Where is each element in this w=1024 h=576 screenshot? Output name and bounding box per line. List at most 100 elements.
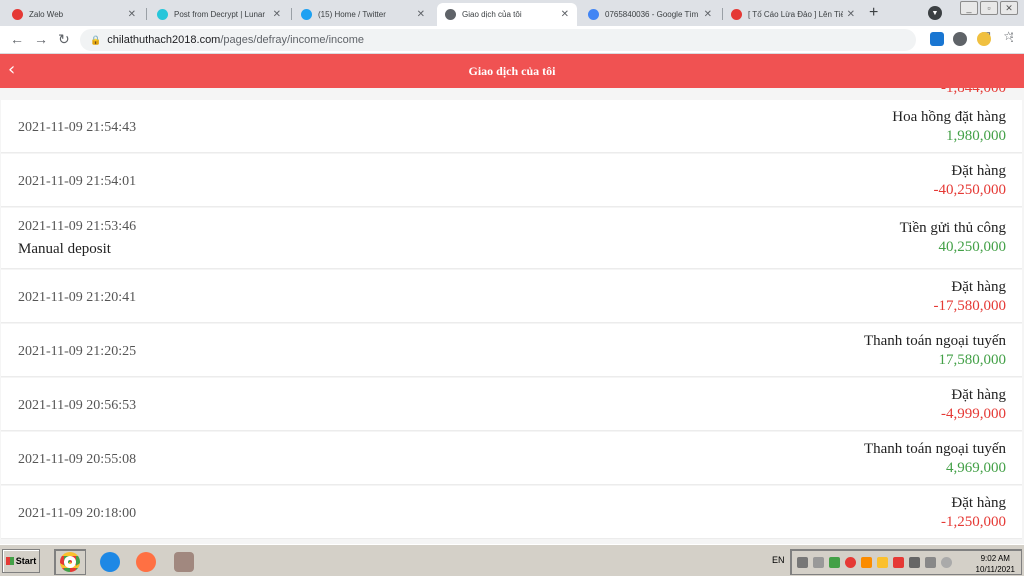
transaction-type: Đặt hàng <box>951 387 1006 403</box>
transaction-type: Hoa hồng đặt hàng <box>892 109 1006 125</box>
tray-icon-6[interactable] <box>877 557 888 568</box>
maximize-button[interactable]: ▫ <box>980 1 998 15</box>
tray-icon-1[interactable] <box>797 557 808 568</box>
transaction-amount: 4,969,000 <box>946 460 1006 476</box>
reload-icon[interactable]: ↻ <box>58 31 70 48</box>
app-header: ‹ Giao dịch của tôi <box>0 54 1024 88</box>
tab-label: Post from Decrypt | Lunar <box>174 10 265 19</box>
transaction-type: Tiền gửi thủ công <box>899 220 1006 236</box>
google-icon <box>588 9 599 20</box>
paint-icon[interactable] <box>168 549 200 575</box>
tab-label: Zalo Web <box>29 10 64 19</box>
network-icon[interactable] <box>925 557 936 568</box>
windows-logo-icon <box>5 557 14 565</box>
tab-search-icon[interactable]: ▼ <box>928 6 942 20</box>
secure-lock-icon: 🔒 <box>90 34 102 45</box>
clock[interactable]: 9:02 AM 10/11/2021 <box>976 553 1015 575</box>
taskbar: Start EN 9:02 AM 10/11/2021 <box>0 544 1024 576</box>
tab-separator <box>146 8 147 20</box>
transaction-amount: -40,250,000 <box>933 182 1007 198</box>
transaction-row[interactable]: 2021-11-09 20:56:53 Đặt hàng -4,999,000 <box>1 378 1022 431</box>
tray-icon-4[interactable] <box>845 557 856 568</box>
zalo-icon <box>12 9 23 20</box>
transaction-row[interactable]: 2021-11-09 21:20:25 Thanh toán ngoại tuyế… <box>1 324 1022 377</box>
start-button[interactable]: Start <box>2 549 40 573</box>
transaction-date: 2021-11-09 21:20:25 <box>18 344 137 359</box>
back-chevron-icon[interactable]: ‹ <box>8 59 15 80</box>
system-tray: 9:02 AM 10/11/2021 <box>790 549 1022 575</box>
tab-close-icon[interactable]: ✕ <box>273 9 281 20</box>
transaction-row[interactable]: 2021-11-09 20:55:08 Thanh toán ngoại tuyế… <box>1 432 1022 485</box>
language-indicator[interactable]: EN <box>772 555 785 565</box>
tab-label: (15) Home / Twitter <box>318 10 386 19</box>
extensions-puzzle-icon[interactable] <box>953 32 967 46</box>
tab-close-icon[interactable]: ✕ <box>128 9 136 20</box>
transaction-amount: -4,999,000 <box>941 406 1006 422</box>
browser-toolbar: ← → ↻ 🔒 chilathuthach2018.com/pages/defr… <box>0 26 1024 54</box>
clock-time: 9:02 AM <box>980 554 1010 563</box>
transaction-row[interactable]: 2021-11-09 21:53:46 Manual deposit Tiền gử… <box>1 208 1022 269</box>
url-host: chilathuthach2018.com <box>107 34 221 46</box>
browser-tab[interactable]: 0765840036 - Google Tìm ✕ <box>580 3 720 26</box>
url-path: /pages/defray/income/income <box>220 34 365 46</box>
browser-tab[interactable]: [ Tố Cáo Lừa Đảo ] Lên Tiế ✕ <box>723 3 863 26</box>
transaction-date: 2021-11-09 20:18:00 <box>18 506 137 521</box>
browser-tab[interactable]: Post from Decrypt | Lunar ✕ <box>149 3 289 26</box>
page-title: Giao dịch của tôi <box>468 63 556 78</box>
browser-menu-icon[interactable]: ⋮ <box>1006 30 1018 44</box>
tab-label: Giao dịch của tôi <box>462 10 522 19</box>
transaction-amount: 17,580,000 <box>938 352 1007 368</box>
transaction-row[interactable]: 2021-11-09 21:54:01 Đặt hàng -40,250,000 <box>1 154 1022 207</box>
transaction-date: 2021-11-09 21:54:43 <box>18 120 137 135</box>
new-tab-button[interactable]: + <box>869 4 878 22</box>
browser-tab-strip: Zalo Web ✕ Post from Decrypt | Lunar ✕ (15) … <box>0 0 1024 26</box>
partial-amount: -1,844,000 <box>941 88 1006 96</box>
tab-label: [ Tố Cáo Lừa Đảo ] Lên Tiế <box>748 10 843 19</box>
transaction-amount: 40,250,000 <box>938 239 1007 255</box>
clock-date: 10/11/2021 <box>975 565 1015 574</box>
transaction-amount: -17,580,000 <box>933 298 1007 314</box>
tray-icon-8[interactable] <box>909 557 920 568</box>
profile-avatar[interactable] <box>977 32 991 46</box>
transaction-date: 2021-11-09 20:56:53 <box>18 398 137 413</box>
globe-icon <box>445 9 456 20</box>
browser-tab[interactable]: Giao dịch của tôi ✕ <box>437 3 577 26</box>
volume-icon[interactable] <box>941 557 952 568</box>
transaction-row[interactable]: 2021-11-09 20:18:00 Đặt hàng -1,250,000 <box>1 486 1022 539</box>
internet-explorer-icon[interactable] <box>94 549 126 575</box>
transaction-type: Thanh toán ngoại tuyến <box>863 333 1006 349</box>
firefox-icon[interactable] <box>130 549 162 575</box>
tab-close-icon[interactable]: ✕ <box>704 9 712 20</box>
tab-close-icon[interactable]: ✕ <box>847 9 855 20</box>
tray-icon-7[interactable] <box>893 557 904 568</box>
tray-icon-3[interactable] <box>829 557 840 568</box>
browser-tab[interactable]: (15) Home / Twitter ✕ <box>293 3 433 26</box>
tab-close-icon[interactable]: ✕ <box>417 9 425 20</box>
back-arrow-icon[interactable]: ← <box>10 31 24 47</box>
transaction-date: 2021-11-09 21:20:41 <box>18 290 137 305</box>
start-label: Start <box>15 556 37 566</box>
transaction-type: Đặt hàng <box>951 279 1006 295</box>
transaction-list: -1,844,000 2021-11-09 21:54:43 Hoa hồng đ… <box>0 88 1024 544</box>
transaction-date: 2021-11-09 20:55:08 <box>18 452 137 467</box>
close-window-button[interactable]: ✕ <box>1000 1 1018 15</box>
signal-icon[interactable] <box>813 557 824 568</box>
transaction-row[interactable]: 2021-11-09 21:54:43 Hoa hồng đặt hàng 1,98… <box>1 100 1022 153</box>
transaction-amount: -1,250,000 <box>941 514 1006 530</box>
tab-close-icon[interactable]: ✕ <box>561 9 569 20</box>
lunar-icon <box>157 9 168 20</box>
tab-separator <box>291 8 292 20</box>
window-controls: _ ▫ ✕ <box>960 1 1018 15</box>
transaction-type: Đặt hàng <box>951 495 1006 511</box>
transaction-row[interactable]: 2021-11-09 21:20:41 Đặt hàng -17,580,000 <box>1 270 1022 323</box>
forward-arrow-icon[interactable]: → <box>34 31 48 47</box>
chrome-taskbar-icon[interactable] <box>54 549 86 575</box>
transaction-note: Manual deposit <box>18 241 111 257</box>
minimize-button[interactable]: _ <box>960 1 978 15</box>
transaction-amount: 1,980,000 <box>946 128 1006 144</box>
extension-download-icon[interactable] <box>930 32 944 46</box>
browser-tab[interactable]: Zalo Web ✕ <box>4 3 144 26</box>
address-bar[interactable]: 🔒 chilathuthach2018.com/pages/defray/inc… <box>80 29 916 51</box>
tray-icon-5[interactable] <box>861 557 872 568</box>
transaction-type: Thanh toán ngoại tuyến <box>863 441 1006 457</box>
